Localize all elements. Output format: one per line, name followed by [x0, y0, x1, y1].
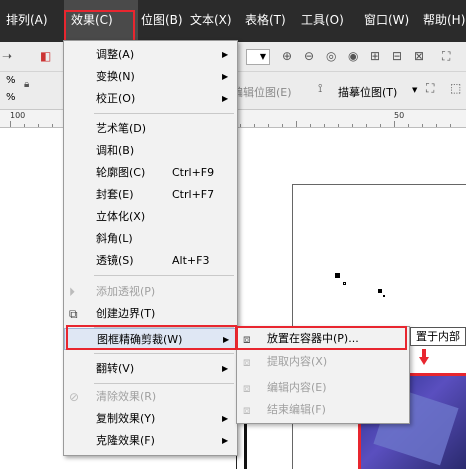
powerclip-highlight-box [66, 325, 237, 350]
menu-table[interactable]: 表格(T) [245, 0, 286, 42]
menu-item-envelope[interactable]: 封套(E) Ctrl+F7 [64, 184, 237, 206]
menu-item-correction[interactable]: 校正(O) ▶ [64, 88, 237, 110]
scale-x-percent: % [6, 75, 16, 86]
menu-item-add-perspective: ⏵ 添加透视(P) [64, 281, 237, 303]
chevron-down-icon[interactable]: ▼ [412, 86, 417, 94]
menu-item-label: 克隆效果(F) [96, 434, 155, 447]
menu-item-label: 封套(E) [96, 188, 134, 201]
chevron-down-icon: ▼ [259, 52, 266, 61]
submenu-arrow-icon: ▶ [222, 50, 229, 59]
menu-bitmaps[interactable]: 位图(B) [141, 0, 183, 42]
menu-window[interactable]: 窗口(W) [364, 0, 409, 42]
submenu-item-label: 编辑内容(E) [267, 381, 327, 394]
zoom-out-icon[interactable]: ⊖ [304, 50, 314, 62]
menu-item-label: 透镜(S) [96, 254, 134, 267]
extract-contents-icon: ⧈ [243, 355, 251, 369]
menu-item-copy-effect[interactable]: 复制效果(Y) ▶ [64, 408, 237, 430]
menu-item-lens[interactable]: 透镜(S) Alt+F3 [64, 250, 237, 272]
effects-dropdown-menu: 调整(A) ▶ 变换(N) ▶ 校正(O) ▶ 艺术笔(D) 调和(B) 轮廓图… [63, 40, 238, 456]
submenu-item-finish-editing: ⧈ 结束编辑(F) [237, 399, 409, 421]
selection-handle[interactable] [335, 273, 340, 278]
tooltip: 置于内部 [410, 327, 466, 346]
menu-arrange[interactable]: 排列(A) [6, 0, 48, 42]
menu-item-shortcut: Ctrl+F7 [172, 188, 215, 201]
menu-item-bevel[interactable]: 斜角(L) [64, 228, 237, 250]
scale-y-percent: % [6, 92, 16, 103]
zoom-page-icon[interactable]: ⊞ [370, 50, 380, 62]
menu-item-label: 复制效果(Y) [96, 412, 156, 425]
boundary-icon: ⧉ [69, 307, 78, 321]
finish-editing-icon: ⧈ [243, 403, 251, 417]
selection-handle[interactable] [343, 282, 346, 285]
menu-separator [94, 353, 234, 354]
menu-item-label: 校正(O) [96, 92, 136, 105]
submenu-arrow-icon: ▶ [222, 72, 229, 81]
selection-handle[interactable] [378, 289, 382, 293]
menu-item-label: 调和(B) [96, 144, 135, 157]
menu-item-label: 艺术笔(D) [96, 122, 147, 135]
submenu-item-label: 提取内容(X) [267, 355, 328, 368]
menu-item-shortcut: Alt+F3 [172, 254, 210, 267]
submenu-arrow-icon: ▶ [222, 364, 229, 373]
menu-item-label: 轮廓图(C) [96, 166, 146, 179]
ruler-label-100: 100 [10, 111, 26, 120]
menu-item-extrude[interactable]: 立体化(X) [64, 206, 237, 228]
menu-item-create-boundary[interactable]: ⧉ 创建边界(T) [64, 303, 237, 325]
menu-item-label: 变换(N) [96, 70, 135, 83]
zoom-selected-icon[interactable]: ◎ [326, 50, 336, 62]
menu-separator [94, 113, 234, 114]
import-icon[interactable]: ◧ [40, 50, 51, 62]
crop-icon[interactable]: ⛶ [426, 82, 434, 94]
submenu-arrow-icon: ▶ [222, 94, 229, 103]
arrow-left-icon[interactable]: ➝ [2, 50, 12, 62]
menu-text[interactable]: 文本(X) [190, 0, 232, 42]
resample-icon[interactable]: ⬚ [450, 82, 461, 94]
zoom-height-icon[interactable]: ⊠ [414, 50, 424, 62]
menu-item-shortcut: Ctrl+F9 [172, 166, 215, 179]
edit-contents-icon: ⧈ [243, 381, 251, 395]
edit-bitmap-button[interactable]: 编辑位图(E) [232, 84, 292, 100]
pan-icon[interactable]: ⛶ [442, 50, 450, 62]
menu-item-label: 调整(A) [96, 48, 135, 61]
selection-handle[interactable] [383, 295, 385, 297]
menu-item-blend[interactable]: 调和(B) [64, 140, 237, 162]
menu-item-contour[interactable]: 轮廓图(C) Ctrl+F9 [64, 162, 237, 184]
menu-help[interactable]: 帮助(H) [423, 0, 465, 42]
zoom-in-icon[interactable]: ⊕ [282, 50, 292, 62]
menu-item-label: 斜角(L) [96, 232, 133, 245]
zoom-width-icon[interactable]: ⊟ [392, 50, 402, 62]
menu-item-artistic-media[interactable]: 艺术笔(D) [64, 118, 237, 140]
trace-bitmap-button[interactable]: 描摹位图(T) [338, 84, 397, 100]
guide-line [244, 420, 247, 469]
lock-ratio-icon[interactable]: 🔒︎ [24, 80, 29, 90]
menu-separator [94, 383, 234, 384]
menu-item-label: 创建边界(T) [96, 307, 156, 320]
menu-separator [94, 275, 234, 276]
submenu-item-edit-contents: ⧈ 编辑内容(E) [237, 377, 409, 399]
zoom-all-icon[interactable]: ◉ [348, 50, 358, 62]
trace-bitmap-icon: ⟟ [318, 81, 323, 95]
clear-effect-icon: ⊘ [69, 390, 80, 404]
perspective-icon: ⏵ [69, 285, 76, 299]
menu-item-adjust[interactable]: 调整(A) ▶ [64, 44, 237, 66]
place-inside-highlight-box [236, 326, 407, 350]
menu-item-transform[interactable]: 变换(N) ▶ [64, 66, 237, 88]
menu-item-clone-effect[interactable]: 克隆效果(F) ▶ [64, 430, 237, 452]
submenu-arrow-icon: ▶ [222, 436, 229, 445]
ruler-label-50: 50 [394, 111, 405, 120]
menu-item-label: 清除效果(R) [96, 390, 157, 403]
arrow-down-icon [419, 349, 429, 365]
submenu-item-extract-contents: ⧈ 提取内容(X) [237, 351, 409, 373]
menu-item-clear-effect: ⊘ 清除效果(R) [64, 386, 237, 408]
menu-tools[interactable]: 工具(O) [301, 0, 344, 42]
submenu-arrow-icon: ▶ [222, 414, 229, 423]
zoom-level-dropdown[interactable]: ▼ [246, 49, 270, 65]
menu-item-label: 翻转(V) [96, 362, 135, 375]
menu-item-label: 立体化(X) [96, 210, 146, 223]
menu-item-label: 添加透视(P) [96, 285, 156, 298]
submenu-item-label: 结束编辑(F) [267, 403, 326, 416]
menu-item-rotate[interactable]: 翻转(V) ▶ [64, 358, 237, 380]
